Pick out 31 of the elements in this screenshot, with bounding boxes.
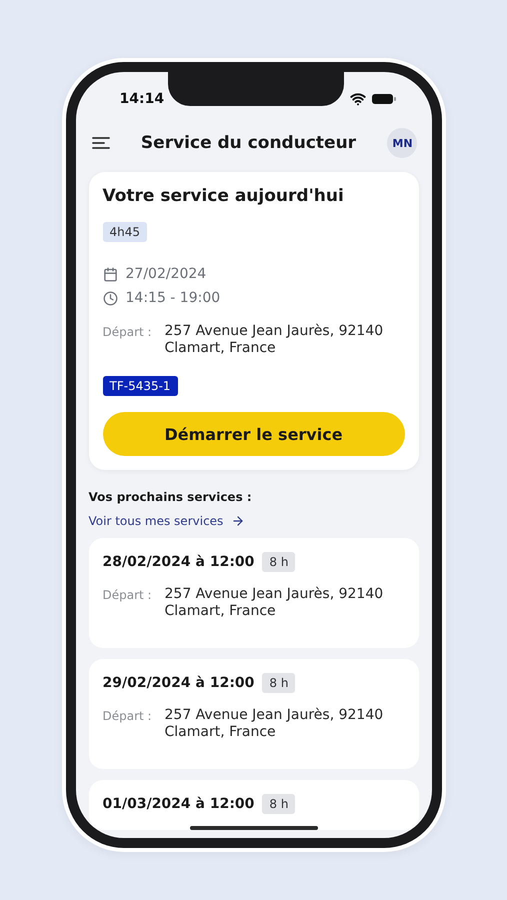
menu-icon[interactable] xyxy=(92,136,110,150)
service-datetime: 28/02/2024 à 12:00 xyxy=(102,554,254,570)
card-title: Votre service aujourd'hui xyxy=(102,186,345,206)
departure-address: 257 Avenue Jean Jaurès, 92140 Clamart, France xyxy=(164,586,384,620)
start-service-button[interactable]: Démarrer le service xyxy=(102,412,404,456)
clock-icon xyxy=(102,290,118,306)
battery-icon xyxy=(372,93,396,105)
user-avatar[interactable]: MN xyxy=(387,128,418,158)
departure-label: Départ : xyxy=(102,587,153,602)
see-all-link[interactable]: Voir tous mes services xyxy=(88,514,246,528)
section-heading: Vos prochains services : xyxy=(88,490,253,504)
service-datetime: 29/02/2024 à 12:00 xyxy=(102,675,254,691)
upcoming-service-card[interactable]: 29/02/2024 à 12:00 8 h Départ : 257 Avenue Jean Jaurès, 92140 Clamart, France xyxy=(88,659,418,769)
departure-address: 257 Avenue Jean Jaurès, 92140 Clamart, France xyxy=(164,323,384,357)
status-time: 14:14 xyxy=(120,91,164,107)
calendar-icon xyxy=(102,266,118,282)
departure-label: Départ : xyxy=(102,708,153,723)
departure-label: Départ : xyxy=(102,324,153,339)
duration-tag: 8 h xyxy=(262,673,296,693)
service-date: 27/02/2024 xyxy=(126,266,206,282)
vehicle-tag: TF-5435-1 xyxy=(102,376,178,396)
departure-address: 257 Avenue Jean Jaurès, 92140 Clamart, France xyxy=(164,707,384,741)
wifi-icon xyxy=(350,91,366,107)
service-datetime: 01/03/2024 à 12:00 xyxy=(102,796,254,812)
duration-tag: 8 h xyxy=(262,552,296,572)
upcoming-service-card[interactable]: 28/02/2024 à 12:00 8 h Départ : 257 Avenue Jean Jaurès, 92140 Clamart, France xyxy=(88,538,418,648)
duration-tag: 4h45 xyxy=(102,222,148,242)
duration-tag: 8 h xyxy=(262,794,296,814)
service-hours: 14:15 - 19:00 xyxy=(126,290,220,306)
screen-title: Service du conducteur xyxy=(140,133,356,153)
upcoming-service-card[interactable]: 01/03/2024 à 12:00 8 h xyxy=(88,780,418,830)
